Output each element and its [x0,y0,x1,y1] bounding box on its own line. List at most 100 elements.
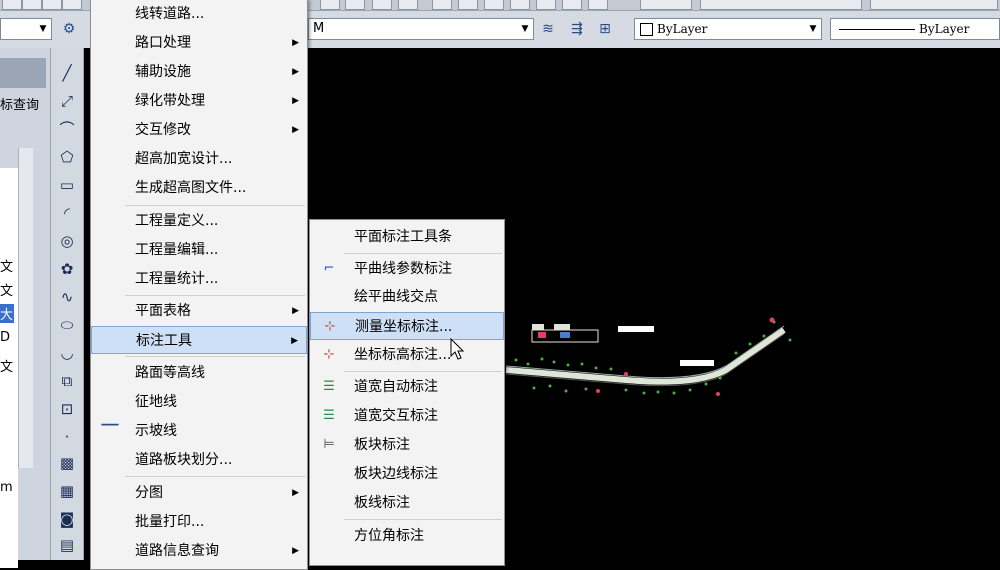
palette-item[interactable]: D [0,330,10,345]
submenu-arrow-icon: ▶ [292,38,299,48]
palette-item[interactable]: 文 [0,280,13,299]
toolbar-button[interactable] [458,0,478,10]
toolbar-button[interactable] [536,0,556,10]
submenu-item-curve-params[interactable]: ⌐ 平曲线参数标注 [310,255,504,283]
draw-toolbar: ╱ ⤢ ⌒ ⬠ ▭ ◜ ◎ ✿ ∿ ⬭ ◡ ⧉ ⊡ · ▩ ▦ ◙ ▤ [50,48,84,560]
revcloud-icon[interactable]: ✿ [56,258,78,280]
toolbar-button[interactable] [484,0,504,10]
menu-item-slope-line[interactable]: ▔▔ 示坡线 [91,417,307,445]
toolbar-button[interactable] [320,0,340,10]
toolbar-button[interactable] [562,0,582,10]
palette-item[interactable]: 文 [0,356,13,375]
menu-item-land-line[interactable]: 征地线 [91,388,307,416]
spline-icon[interactable]: ∿ [56,286,78,308]
submenu-item-azimuth[interactable]: 方位角标注 [310,522,504,550]
menu-item-green-belt[interactable]: 绿化带处理 ▶ [91,87,307,115]
linetype-combo-value: ByLayer [919,22,970,36]
palette-item[interactable]: m [0,480,13,495]
menu-item-pavement-contour[interactable]: 路面等高线 [91,359,307,387]
ellipse-icon[interactable]: ⬭ [56,314,78,336]
toolbar-button[interactable] [640,0,692,10]
submenu-arrow-icon: ▶ [292,67,299,77]
menu-item-quantity-edit[interactable]: 工程量编辑... [91,236,307,264]
submenu-arrow-icon: ▶ [292,306,299,316]
toolbar-button[interactable] [510,0,530,10]
toolbar-button[interactable] [870,0,998,10]
menu-item-line-to-road[interactable]: 线转道路... [91,0,307,28]
menu-item-intersection[interactable]: 路口处理 ▶ [91,29,307,57]
rectangle-icon[interactable]: ▭ [56,174,78,196]
submenu-item-plate-line[interactable]: 板线标注 [310,489,504,517]
submenu-item-coord-elevation[interactable]: ⊹ 坐标标高标注... [310,341,504,369]
submenu-item-plan-toolbar[interactable]: 平面标注工具条 [310,223,504,251]
gradient-icon[interactable]: ▦ [56,480,78,502]
menu-item-quantity-define[interactable]: 工程量定义... [91,207,307,235]
construction-line-icon[interactable]: ⤢ [56,90,78,112]
submenu-arrow-icon: ▶ [291,336,298,346]
submenu-item-block-edge[interactable]: 板块边线标注 [310,460,504,488]
layer-states-icon[interactable]: ≋ [537,18,559,40]
toolbar-button[interactable] [345,0,365,10]
menu-item-auxiliary[interactable]: 辅助设施 ▶ [91,58,307,86]
menu-item-split-drawing[interactable]: 分图 ▶ [91,479,307,507]
layer-combo[interactable]: M ▼ [308,18,534,40]
submenu-item-survey-coord[interactable]: ⊹ 测量坐标标注... [310,312,504,340]
gear-icon[interactable]: ⚙ [58,18,80,40]
color-combo-value: ByLayer [657,22,708,36]
insert-block-icon[interactable]: ⧉ [56,370,78,392]
submenu-item-width-interactive[interactable]: ☰ 道宽交互标注 [310,402,504,430]
linetype-combo[interactable]: ByLayer [830,18,1000,40]
menu-item-road-block[interactable]: 道路板块划分... [91,446,307,474]
toolbar-button[interactable] [432,0,452,10]
menu-item-interactive-edit[interactable]: 交互修改 ▶ [91,116,307,144]
point-icon[interactable]: · [56,426,78,448]
road-design-menu: 线转道路... 路口处理 ▶ 辅助设施 ▶ 绿化带处理 ▶ 交互修改 ▶ 超高加宽设计.… [90,0,308,570]
arc-icon[interactable]: ◜ [56,202,78,224]
toolbar-button[interactable] [372,0,392,10]
region-icon[interactable]: ◙ [56,508,78,530]
hatch-icon[interactable]: ▩ [56,452,78,474]
menu-item-road-info[interactable]: 道路信息查询 ▶ [91,537,307,565]
toolbar-button[interactable] [22,0,42,10]
polygon-icon[interactable]: ⬠ [56,146,78,168]
palette-tab-label[interactable]: 标查询 [0,94,39,113]
coordinate-mark-icon: ⊹ [324,319,336,334]
toolbar-button[interactable] [588,0,608,10]
polyline-icon[interactable]: ⌒ [56,118,78,140]
submenu-arrow-icon: ▶ [292,488,299,498]
menu-separator [344,371,502,372]
menu-separator [125,205,305,206]
layer-previous-icon[interactable]: ⊞ [594,18,616,40]
make-block-icon[interactable]: ⊡ [56,398,78,420]
menu-item-quantity-stats[interactable]: 工程量统计... [91,265,307,293]
layer-match-icon[interactable]: ⇶ [566,18,588,40]
palette-scrollbar[interactable] [18,148,33,468]
circle-icon[interactable]: ◎ [56,230,78,252]
palette-item-selected[interactable]: 大 [0,304,14,323]
toolbar-button[interactable] [700,0,862,10]
toolbar-button[interactable] [42,0,62,10]
submenu-arrow-icon: ▶ [292,546,299,556]
layer-combo-value: M [313,21,325,36]
ellipse-arc-icon[interactable]: ◡ [56,342,78,364]
submenu-item-width-auto[interactable]: ☰ 道宽自动标注 [310,373,504,401]
workspace-combo[interactable]: ▼ [0,18,52,40]
curve-params-icon: ⌐ [323,261,335,276]
palette-item[interactable]: 文 [0,256,13,275]
menu-item-superelevation[interactable]: 超高加宽设计... [91,145,307,173]
toolbar-button[interactable] [398,0,418,10]
menu-item-batch-print[interactable]: 批量打印... [91,508,307,536]
elevation-mark-icon: ⊹ [323,347,335,362]
table-icon[interactable]: ▤ [56,534,78,556]
toolbar-button[interactable] [62,0,82,10]
submenu-item-curve-intersect[interactable]: 绘平曲线交点 [310,283,504,311]
menu-separator [344,519,502,520]
menu-item-annotation-tools[interactable]: 标注工具 ▶ [91,326,307,354]
road-width-interactive-icon: ☰ [323,408,335,423]
line-icon[interactable]: ╱ [56,62,78,84]
color-combo[interactable]: ByLayer ▼ [634,18,822,40]
submenu-item-block-mark[interactable]: ⊨ 板块标注 [310,431,504,459]
menu-item-plan-table[interactable]: 平面表格 ▶ [91,297,307,325]
toolbar-button[interactable] [2,0,22,10]
menu-item-superelevation-file[interactable]: 生成超高图文件... [91,174,307,202]
